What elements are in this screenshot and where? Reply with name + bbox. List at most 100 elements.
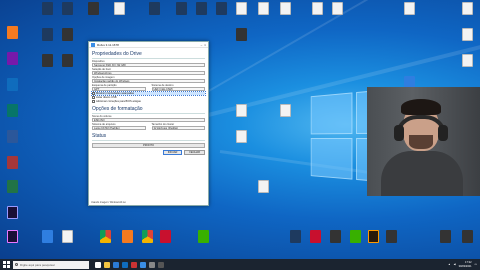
desktop-icon-file[interactable] (458, 54, 476, 67)
desktop-icon-app[interactable] (172, 2, 190, 15)
desktop-icon-file[interactable] (276, 2, 294, 15)
desktop-icon-photoshop[interactable] (3, 206, 21, 219)
desktop-icon-file[interactable] (458, 28, 476, 41)
desktop-icon-file[interactable] (232, 130, 250, 143)
app-icon[interactable] (131, 261, 137, 268)
desktop-icon-app[interactable] (364, 230, 382, 243)
notification-icon[interactable]: ▭ (475, 263, 477, 266)
desktop-icon-app-orange[interactable] (3, 26, 21, 39)
clock[interactable]: 17:32 30/03/2021 (459, 261, 472, 268)
network-icon[interactable]: ▲ (448, 263, 451, 266)
start-button[interactable] (2, 260, 11, 269)
store-icon[interactable] (122, 261, 128, 268)
desktop-icon-app[interactable] (38, 230, 56, 243)
app-icon[interactable] (149, 261, 155, 268)
desktop-icon-app[interactable] (96, 230, 114, 243)
desktop-icon-file[interactable] (58, 230, 76, 243)
desktop-icon-file[interactable] (400, 2, 418, 15)
desktop-icon-file[interactable] (110, 2, 128, 15)
device-select[interactable]: Samsung SSD (D:) [32 GB] (92, 63, 205, 67)
premiere-icon (6, 230, 18, 243)
desktop-icon-app[interactable] (436, 230, 454, 243)
app-icon (61, 54, 73, 67)
desktop-icon-app[interactable] (156, 230, 174, 243)
desktop-icon-app[interactable] (212, 2, 230, 15)
desktop-icon-file[interactable] (328, 2, 346, 15)
rufus-titlebar[interactable]: Rufus 3.11.1678 – × (89, 42, 208, 48)
file-icon (279, 2, 291, 15)
desktop-icon-file[interactable] (254, 2, 272, 15)
cluster-size-select[interactable]: 32 kilobytes (Padrão) (151, 126, 205, 130)
headphones-cup (438, 125, 448, 141)
desktop-icon-file[interactable] (254, 180, 272, 193)
desktop-icon-publisher[interactable] (3, 104, 21, 117)
desktop-icon-app[interactable] (194, 230, 212, 243)
file-icon (113, 2, 125, 15)
desktop-icon-file[interactable] (232, 2, 250, 15)
app-icon (439, 230, 451, 243)
advanced-drive-label: Mostrar propriedades avançadas (96, 92, 134, 95)
list-usb-checkbox[interactable]: Listar discos USB (92, 96, 205, 99)
headphones-cup (394, 125, 404, 141)
rufus-title: Rufus 3.11.1678 (97, 42, 119, 47)
desktop-icon-file[interactable] (308, 2, 326, 15)
desktop-icon-app[interactable] (232, 28, 250, 41)
taskbar: Digite aqui para pesquisar ▲ ◀ 17:32 30/… (0, 259, 480, 270)
desktop-icon-app[interactable] (192, 2, 210, 15)
desktop-icon-app[interactable] (58, 28, 76, 41)
section-drive-properties: Propriedades do Drive (92, 51, 205, 59)
desktop-icon-app[interactable] (382, 230, 400, 243)
minimize-icon[interactable]: – (201, 43, 203, 47)
desktop-icon-file[interactable] (232, 104, 250, 117)
desktop-icon-access[interactable] (3, 156, 21, 169)
advanced-drive-checkbox[interactable]: Mostrar propriedades avançadas (91, 91, 206, 96)
desktop-icon-app[interactable] (38, 2, 56, 15)
close-icon[interactable]: × (204, 43, 206, 47)
boot-selection-select[interactable]: Windows10.iso (92, 71, 205, 75)
onenote-icon (6, 52, 18, 65)
desktop-icon-chrome[interactable] (138, 230, 156, 243)
desktop-icon-app[interactable] (84, 2, 102, 15)
bios-fixes-checkbox[interactable]: Adicionar correções para BIOS antigas (92, 100, 205, 103)
app-icon (41, 2, 53, 15)
start-button[interactable]: INICIAR (162, 150, 183, 155)
person-body (381, 151, 463, 196)
file-icon (257, 180, 269, 193)
partition-scheme-select[interactable]: GPT (92, 87, 146, 91)
file-explorer-icon[interactable] (104, 261, 110, 268)
target-system-select[interactable]: UEFI (não CSM) (151, 87, 205, 91)
desktop-icon-app[interactable] (145, 2, 163, 15)
desktop-icon-app[interactable] (118, 230, 136, 243)
task-view-icon[interactable] (95, 261, 101, 268)
desktop-icon-app[interactable] (38, 54, 56, 67)
desktop-icon-excel[interactable] (3, 180, 21, 193)
volume-icon[interactable]: ◀ (454, 263, 456, 266)
app-icon (148, 2, 160, 15)
desktop-icon-app[interactable] (326, 230, 344, 243)
section-format-options: Opções de formatação (92, 106, 205, 114)
search-input[interactable]: Digite aqui para pesquisar (13, 260, 89, 269)
app-icon (87, 2, 99, 15)
desktop-icon-premiere[interactable] (3, 230, 21, 243)
desktop-icon-outlook[interactable] (3, 78, 21, 91)
file-system-select[interactable]: Large FAT32 (Padrão) (92, 126, 146, 130)
close-button[interactable]: FECHAR (184, 150, 205, 155)
app-icon[interactable] (158, 261, 164, 268)
desktop-icon-app[interactable] (58, 2, 76, 15)
desktop-icon-onenote[interactable] (3, 52, 21, 65)
desktop: Rufus 3.11.1678 – × Propriedades do Driv… (0, 0, 480, 259)
desktop-icon-app[interactable] (286, 230, 304, 243)
file-icon (61, 230, 73, 243)
desktop-icon-app[interactable] (58, 54, 76, 67)
desktop-icon-app[interactable] (346, 230, 364, 243)
desktop-icon-app[interactable] (458, 230, 476, 243)
rufus-taskbar-icon[interactable] (140, 261, 146, 268)
desktop-icon-file[interactable] (276, 104, 294, 117)
desktop-icon-file[interactable] (458, 2, 476, 15)
desktop-icon-app[interactable] (38, 28, 56, 41)
desktop-icon-app[interactable] (306, 230, 324, 243)
file-icon (235, 104, 247, 117)
publisher-icon (6, 104, 18, 117)
edge-icon[interactable] (113, 261, 119, 268)
desktop-icon-word[interactable] (3, 130, 21, 143)
